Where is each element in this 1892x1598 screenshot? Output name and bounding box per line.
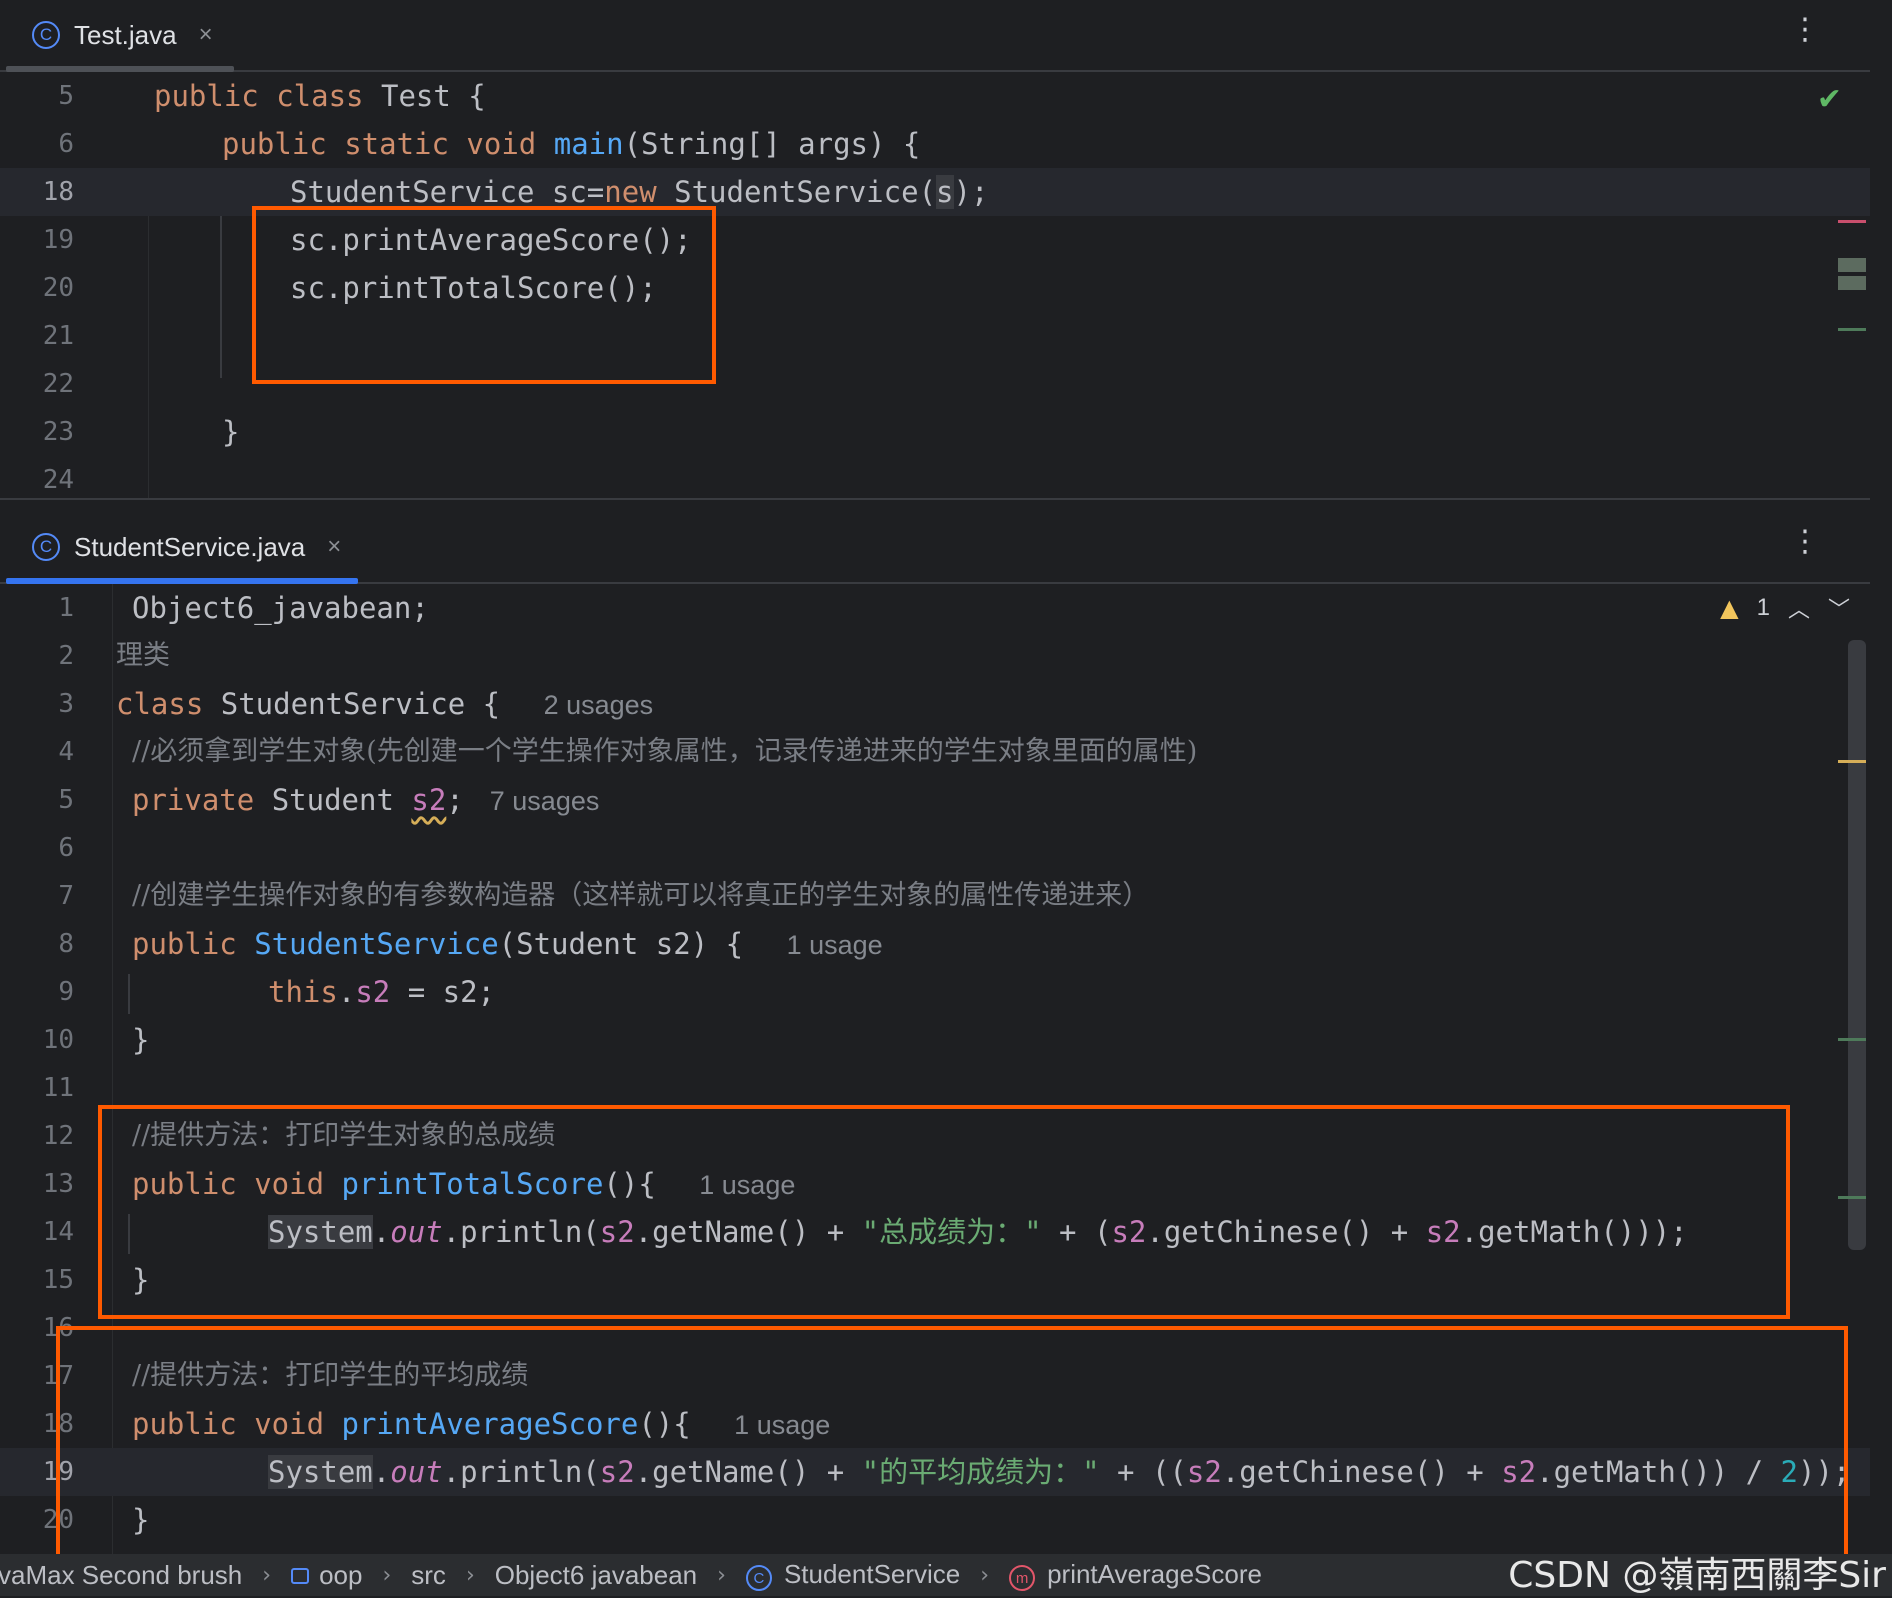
code-line: 23 } (42, 415, 240, 449)
code-line: 2 理类 (58, 640, 170, 671)
bottom-editor-pane: C StudentService.java × ⋮ ▲ 1 ︿ ﹀ 1 Obje… (0, 512, 1892, 1558)
code-line: 19 sc.printAverageScore(); (42, 223, 692, 257)
code-line: 12 //提供方法：打印学生对象的总成绩 (42, 1120, 556, 1151)
code-line: 16 (42, 1313, 74, 1343)
code-line: 9 this.s2 = s2; (58, 975, 495, 1009)
breadcrumb-item-method[interactable]: m printAverageScore (1009, 1559, 1262, 1592)
java-class-icon: C (32, 21, 60, 49)
usages-hint[interactable]: 1 usage (787, 930, 883, 960)
top-tab-bar: C Test.java × ⋮ (0, 0, 1870, 72)
tab-test-java[interactable]: C Test.java × (4, 0, 241, 70)
chevron-right-icon: › (980, 1562, 990, 1588)
code-line: 6 public static void main(String[] args)… (58, 127, 921, 161)
code-line: 8 public StudentService(Student s2) { 1 … (58, 927, 883, 961)
usages-hint[interactable]: 7 usages (490, 786, 600, 816)
code-line: 11 (42, 1073, 74, 1103)
code-line: 22 (42, 369, 74, 399)
code-line: 24 (42, 465, 74, 495)
chevron-right-icon: › (717, 1562, 726, 1588)
code-line-current: 19 System.out.println(s2.getName() + "的平… (0, 1448, 1870, 1496)
code-line: 21 (42, 321, 74, 351)
code-line: 20 } (42, 1503, 150, 1537)
java-class-icon: C (32, 533, 60, 561)
error-stripe-marker[interactable] (1838, 258, 1866, 272)
chevron-right-icon: › (382, 1562, 392, 1588)
code-line: 13 public void printTotalScore(){ 1 usag… (42, 1167, 796, 1201)
breadcrumb-item-module[interactable]: oop (291, 1560, 362, 1591)
code-line: 18 public void printAverageScore(){ 1 us… (42, 1407, 831, 1441)
code-line: 14 System.out.println(s2.getName() + "总成… (42, 1215, 1688, 1249)
error-stripe-marker[interactable] (1838, 328, 1866, 331)
bottom-code-area[interactable]: 1 Object6_javabean; 2 理类 3 class Student… (0, 584, 1870, 1554)
top-editor-pane: C Test.java × ⋮ ✔ 5 public class Test { … (0, 0, 1892, 500)
breadcrumb-item-class[interactable]: C StudentService (745, 1559, 960, 1592)
tab-label: Test.java (74, 19, 177, 50)
code-line: 15 } (42, 1263, 150, 1297)
more-options-icon[interactable]: ⋮ (1790, 12, 1820, 47)
pane-divider[interactable] (0, 498, 1870, 500)
close-icon[interactable]: × (327, 533, 341, 561)
chevron-right-icon: › (465, 1562, 475, 1588)
top-code-area[interactable]: 5 public class Test { 6 public static vo… (0, 72, 1870, 500)
breadcrumb-item-package[interactable]: Object6 javabean (495, 1560, 697, 1591)
usages-hint[interactable]: 2 usages (544, 690, 654, 720)
module-icon (291, 1567, 310, 1584)
code-line: 6 (58, 833, 74, 863)
code-line-current: 18 StudentService sc=new StudentService(… (0, 168, 1870, 216)
method-icon: m (1009, 1565, 1036, 1592)
code-line: 7 //创建学生操作对象的有参数构造器（这样就可以将真正的学生对象的属性传递进来… (58, 880, 1150, 911)
tab-studentservice-java[interactable]: C StudentService.java × (4, 512, 369, 582)
usages-hint[interactable]: 1 usage (734, 1410, 830, 1440)
breadcrumb-item-src[interactable]: src (411, 1560, 446, 1591)
watermark: CSDN @嶺南西關李Sir (1508, 1555, 1886, 1596)
code-line: 3 class StudentService { 2 usages (58, 687, 654, 721)
code-line: 20 sc.printTotalScore(); (42, 271, 657, 305)
usages-hint[interactable]: 1 usage (699, 1170, 795, 1200)
tab-label: StudentService.java (74, 531, 306, 562)
error-stripe-marker[interactable] (1838, 276, 1866, 290)
code-line: 10 } (42, 1023, 150, 1057)
more-options-icon[interactable]: ⋮ (1790, 524, 1820, 559)
code-line: 4 //必须拿到学生对象(先创建一个学生操作对象属性，记录传递进来的学生对象里面… (58, 736, 1198, 767)
code-line: 5 private Student s2; 7 usages (58, 783, 600, 817)
bottom-tab-bar: C StudentService.java × ⋮ (0, 512, 1870, 584)
code-line: 1 Object6_javabean; (58, 591, 429, 625)
chevron-right-icon: › (262, 1562, 272, 1588)
code-line: 17 //提供方法：打印学生的平均成绩 (42, 1360, 529, 1391)
breadcrumb-item-project[interactable]: vaMax Second brush (0, 1560, 242, 1591)
close-icon[interactable]: × (199, 21, 213, 49)
code-line: 5 public class Test { (58, 79, 486, 113)
class-icon: C (745, 1565, 772, 1592)
error-stripe-marker[interactable] (1838, 220, 1866, 223)
